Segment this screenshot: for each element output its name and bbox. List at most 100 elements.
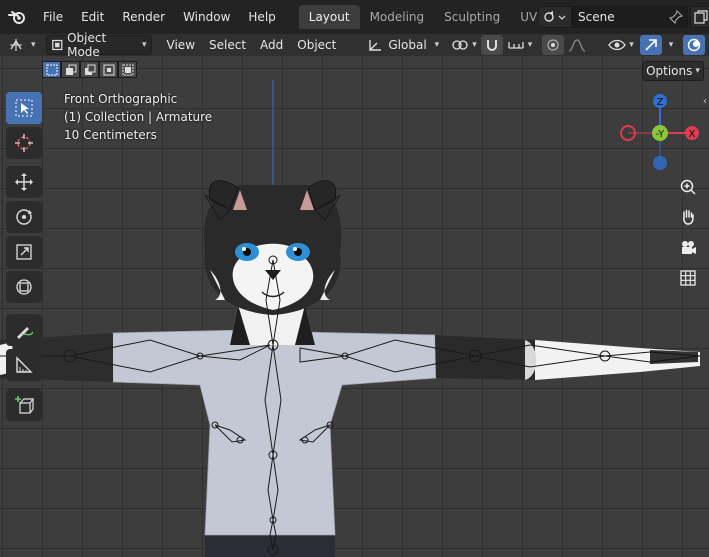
options-dropdown[interactable]: Options ▾ (642, 61, 704, 81)
pivot-dropdown[interactable]: ▾ (447, 35, 481, 55)
select-new-icon (46, 64, 57, 75)
menu-edit[interactable]: Edit (72, 0, 113, 34)
hand-fingers (650, 350, 698, 364)
armature-joints (63, 255, 611, 556)
select-new-mode[interactable] (42, 61, 61, 78)
collection-label: (1) Collection | Armature (64, 110, 213, 124)
zoom-button[interactable] (676, 175, 700, 199)
camera-view-button[interactable] (676, 236, 700, 260)
select-intersect-mode[interactable] (118, 61, 137, 78)
eye-icon (608, 39, 627, 51)
snap-toggle[interactable] (480, 35, 503, 55)
magnet-icon (486, 40, 497, 51)
duplicate-icon (694, 10, 708, 24)
orientation-label: Global (388, 38, 427, 52)
snap-target-dropdown[interactable]: ▾ (503, 35, 537, 55)
transform-tool[interactable] (6, 271, 42, 303)
top-menu-bar: File Edit Render Window Help Layout Mode… (0, 0, 709, 34)
menu-window[interactable]: Window (174, 0, 239, 34)
select-extend-icon (65, 64, 76, 75)
scale-tool[interactable] (6, 236, 42, 268)
orientation-dropdown[interactable]: Global ▾ (363, 35, 443, 55)
select-difference-icon (103, 64, 114, 75)
gizmo-toggle[interactable] (639, 35, 662, 55)
grid-scale: 10 Centimeters (64, 128, 157, 142)
rotate-tool[interactable] (6, 201, 42, 233)
select-difference-mode[interactable] (99, 61, 118, 78)
3d-cursor-icon (15, 134, 33, 152)
menu-render[interactable]: Render (113, 0, 174, 34)
blender-logo-icon[interactable] (0, 0, 34, 34)
chevron-down-icon: ▾ (527, 40, 533, 50)
pivot-point-icon (452, 40, 468, 50)
tab-layout[interactable]: Layout (298, 5, 360, 29)
mode-dropdown[interactable]: Object Mode ▾ (45, 31, 152, 59)
chevron-down-icon: ▾ (31, 40, 36, 50)
ruler-icon (16, 356, 33, 373)
visibility-dropdown[interactable]: ▾ (604, 35, 638, 55)
gizmo-dropdown[interactable]: ▾ (662, 35, 678, 55)
proportional-editing-icon (547, 39, 559, 51)
mode-label: Object Mode (67, 31, 107, 59)
menu-view[interactable]: View (160, 38, 202, 52)
snap-increment-icon (508, 42, 524, 49)
overlays-icon (688, 38, 701, 52)
chevron-down-icon: ▾ (629, 40, 634, 50)
menu-add[interactable]: Add (253, 38, 290, 52)
transform-orientation-icon (369, 40, 382, 51)
view-name: Front Orthographic (64, 92, 178, 106)
menu-help[interactable]: Help (239, 0, 284, 34)
sidebar-toggle-icon[interactable]: ‹ (703, 96, 707, 107)
cursor-tool[interactable] (6, 127, 42, 159)
proportional-editing-toggle[interactable] (542, 35, 565, 55)
falloff-curve-icon (569, 39, 586, 52)
3d-viewport-icon (10, 39, 22, 51)
annotate-tool[interactable] (6, 314, 42, 346)
falloff-dropdown[interactable] (564, 35, 592, 55)
new-scene-button[interactable] (690, 6, 709, 28)
3d-viewport[interactable]: Front Orthographic (1) Collection | Arma… (0, 56, 709, 557)
annotate-pen-icon (17, 327, 34, 339)
menu-object[interactable]: Object (290, 38, 343, 52)
overlays-toggle[interactable] (683, 35, 706, 55)
navigation-gizmo[interactable]: Z X -Y (615, 90, 705, 180)
measure-tool[interactable] (6, 349, 42, 381)
editor-type-button[interactable]: ▾ (4, 35, 40, 55)
rotate-icon (16, 209, 32, 225)
options-label: Options (646, 64, 693, 78)
select-mode-buttons (42, 61, 137, 78)
menu-select[interactable]: Select (202, 38, 253, 52)
add-cube-tool[interactable] (6, 389, 42, 421)
chevron-down-icon: ▾ (668, 40, 674, 50)
select-subtract-mode[interactable] (80, 61, 99, 78)
chevron-down-icon: ▾ (695, 66, 700, 76)
select-subtract-icon (84, 64, 95, 75)
chevron-down-icon: ▾ (142, 40, 147, 50)
x-label: X (689, 129, 696, 140)
tab-modeling[interactable]: Modeling (360, 5, 435, 29)
select-box-tool[interactable] (6, 92, 42, 124)
camera-icon (682, 241, 696, 254)
move-tool[interactable] (6, 166, 42, 198)
ortho-toggle-button[interactable] (676, 266, 700, 290)
scene-browse-button[interactable] (538, 6, 572, 28)
object-mode-icon (51, 39, 62, 51)
chevron-down-icon: ▾ (472, 40, 477, 50)
pan-button[interactable] (676, 205, 700, 229)
character-shirt (111, 329, 437, 536)
add-cube-icon (15, 396, 34, 414)
scene-selector: Scene (538, 6, 709, 28)
viewport-header: ▾ Object Mode ▾ View Select Add Object G… (0, 31, 709, 59)
select-intersect-icon (122, 64, 133, 75)
hand-icon (683, 209, 694, 225)
gizmo-icon (645, 39, 657, 51)
select-extend-mode[interactable] (61, 61, 80, 78)
menu-file[interactable]: File (34, 0, 72, 34)
tab-sculpting[interactable]: Sculpting (434, 5, 510, 29)
scene-icon (544, 11, 566, 22)
grid-icon (680, 270, 696, 286)
neg-y-label: -Y (656, 129, 665, 140)
pin-icon[interactable] (669, 10, 683, 24)
scene-name: Scene (578, 10, 615, 24)
scene-name-field[interactable]: Scene (572, 6, 688, 28)
